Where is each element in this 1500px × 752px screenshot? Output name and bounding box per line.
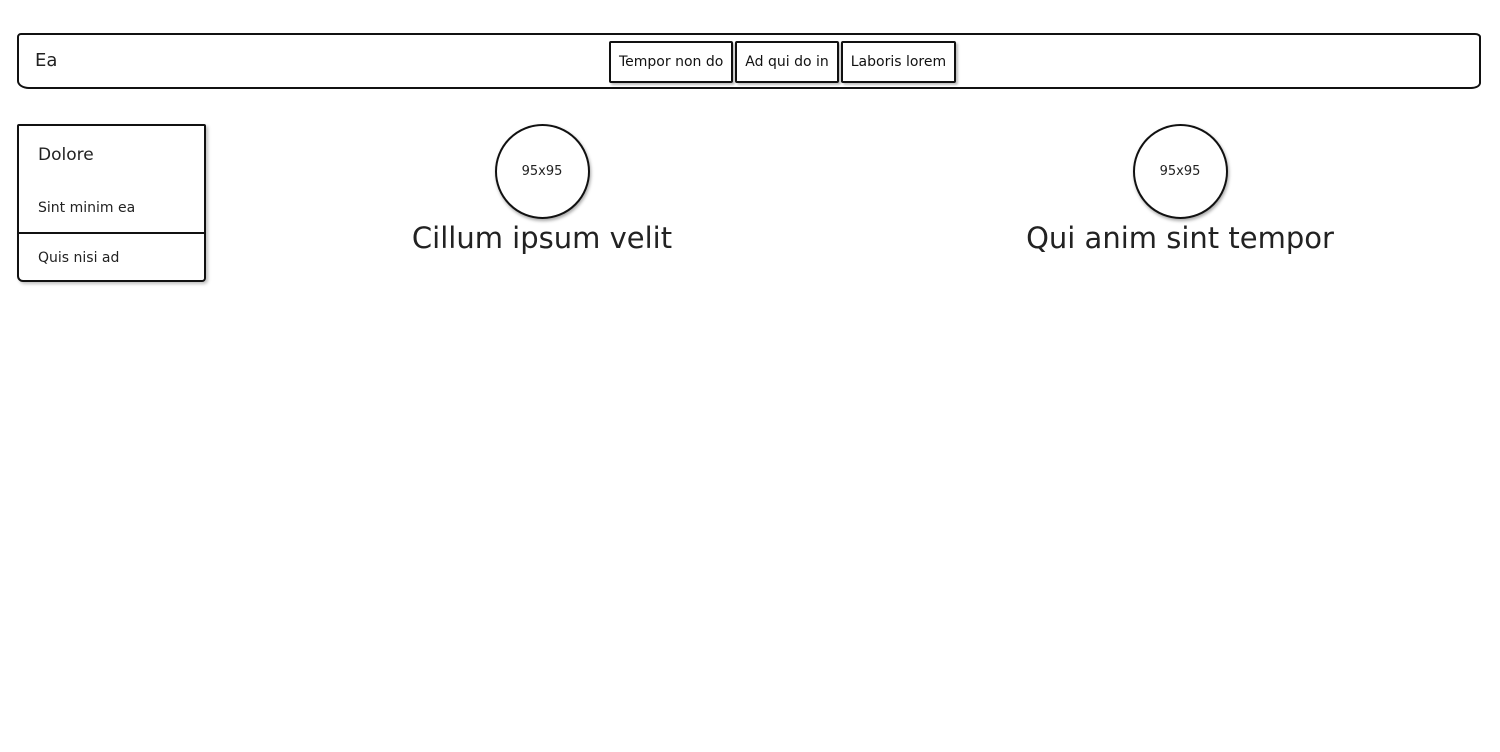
top-navbar: Ea Tempor non do Ad qui do in Laboris lo… xyxy=(17,33,1481,89)
sidebar-divider xyxy=(19,232,204,234)
sidebar-item-quis-nisi-ad[interactable]: Quis nisi ad xyxy=(38,250,119,266)
brand-label[interactable]: Ea xyxy=(35,50,57,71)
feature-title: Qui anim sint tempor xyxy=(1026,221,1334,255)
sidebar-menu: Dolore Sint minim ea Quis nisi ad xyxy=(17,124,206,282)
nav-button-laboris-lorem[interactable]: Laboris lorem xyxy=(840,41,957,83)
nav-button-ad-qui-do-in[interactable]: Ad qui do in xyxy=(735,41,839,83)
feature-card: 95x95 Qui anim sint tempor xyxy=(1000,124,1360,255)
feature-card: 95x95 Cillum ipsum velit xyxy=(362,124,722,255)
image-placeholder: 95x95 xyxy=(1132,124,1228,219)
nav-button-tempor-non-do[interactable]: Tempor non do xyxy=(609,41,734,83)
feature-title: Cillum ipsum velit xyxy=(411,221,673,255)
image-placeholder-label: 95x95 xyxy=(521,164,563,179)
image-placeholder-label: 95x95 xyxy=(1159,164,1201,179)
sidebar-item-sint-minim-ea[interactable]: Sint minim ea xyxy=(38,200,135,216)
image-placeholder: 95x95 xyxy=(494,124,590,219)
sidebar-title: Dolore xyxy=(38,145,94,165)
nav-button-group: Tempor non do Ad qui do in Laboris lorem xyxy=(609,41,957,83)
